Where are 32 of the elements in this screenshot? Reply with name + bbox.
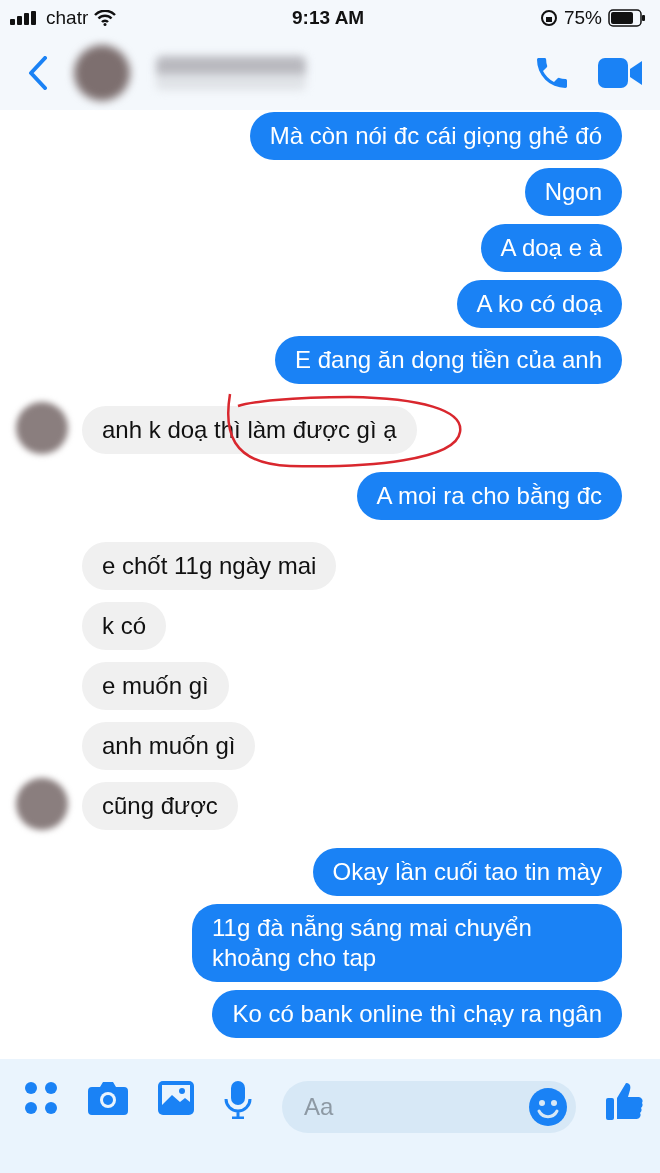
menu-dots-icon[interactable]: [24, 1081, 58, 1115]
sent-message: Okay lần cuối tao tin mày: [312, 848, 622, 896]
sender-avatar: [16, 402, 68, 454]
status-time: 9:13 AM: [292, 7, 365, 29]
sent-message: A moi ra cho bằng đc: [356, 472, 622, 520]
back-icon[interactable]: [28, 56, 48, 90]
battery-icon: [608, 9, 646, 27]
sent-message: 11g đà nẵng sáng mai chuyển khoảng cho tap: [192, 904, 622, 982]
camera-icon[interactable]: [88, 1081, 128, 1115]
received-message: anh muốn gì: [82, 722, 256, 770]
sent-message: Ko có bank online thì chạy ra ngân: [212, 990, 622, 1038]
battery-percent: 75%: [563, 7, 602, 29]
sent-message: E đang ăn dọng tiền của anh: [275, 336, 622, 384]
microphone-icon[interactable]: [224, 1081, 252, 1119]
received-message: cũng được: [82, 782, 238, 830]
received-message: e muốn gì: [82, 662, 229, 710]
sent-message: Ngon: [524, 168, 622, 216]
contact-avatar: [74, 45, 130, 101]
message-input[interactable]: Aa: [282, 1081, 576, 1133]
sent-message: A ko có doạ: [456, 280, 622, 328]
carrier-name: chatr: [46, 7, 89, 29]
thumbs-up-icon[interactable]: [606, 1081, 644, 1121]
image-icon[interactable]: [158, 1081, 194, 1115]
received-message: k có: [82, 602, 166, 650]
video-camera-icon[interactable]: [598, 55, 644, 91]
wifi-icon: [94, 10, 117, 26]
smiley-icon[interactable]: [528, 1087, 568, 1127]
rotation-lock-icon: [539, 9, 558, 27]
received-message: e chốt 11g ngày mai: [82, 542, 337, 590]
sender-avatar: [16, 778, 68, 830]
sent-message: A doạ e à: [480, 224, 622, 272]
sent-message: Mà còn nói đc cái giọng ghẻ đó: [249, 112, 622, 160]
